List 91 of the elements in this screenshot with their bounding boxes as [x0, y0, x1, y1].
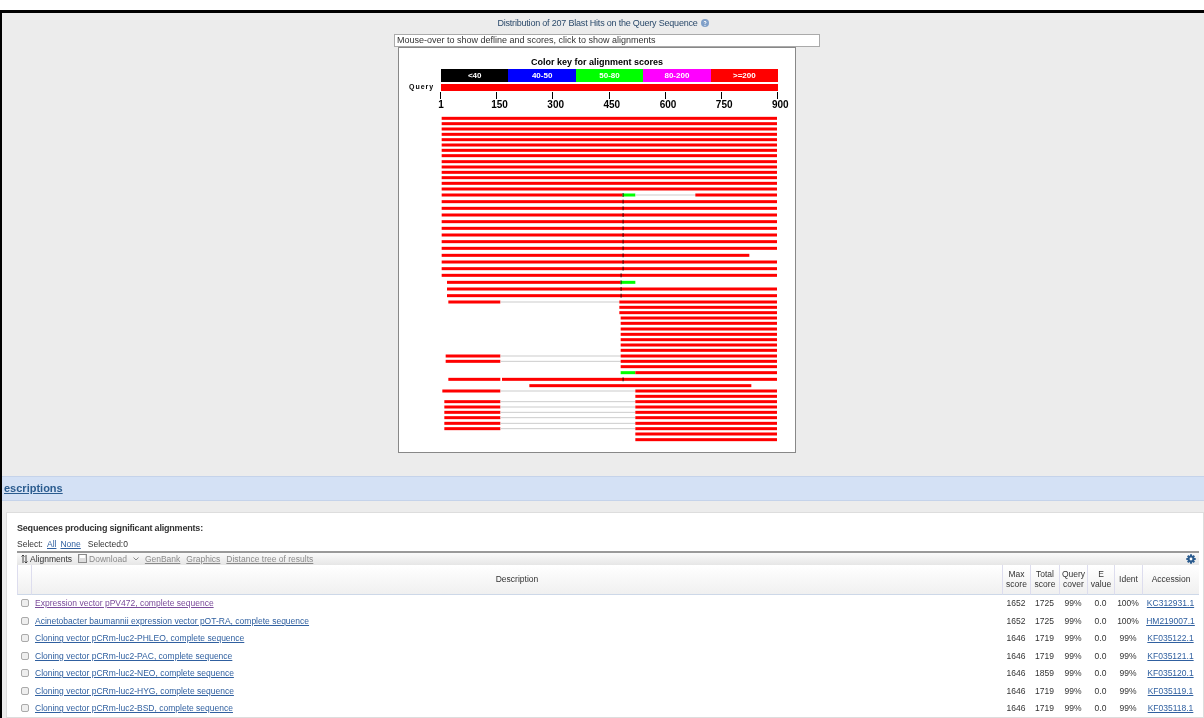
help-icon[interactable] [700, 19, 709, 27]
row-checkbox[interactable] [21, 634, 29, 643]
table-cell-text: 99% [1118, 632, 1138, 646]
table-cell-text: 100% [1116, 614, 1140, 628]
table-cell-text: 1652 [1005, 597, 1027, 611]
table-cell-text: 1646 [1005, 702, 1027, 716]
color-key-title: Color key for alignment scores [529, 57, 664, 67]
table-cell-text: 1652 [1005, 614, 1027, 628]
description-link[interactable]: Cloning vector pCRm-luc2-PAC, complete sequence [35, 650, 233, 661]
table-cell-text: 1719 [1034, 702, 1055, 716]
sort-icon [21, 553, 28, 564]
description-link[interactable]: Cloning vector pCRm-luc2-NEO, complete sequence [35, 668, 234, 679]
hits-drawing[interactable] [441, 116, 777, 442]
column-header[interactable]: Description [31, 564, 1002, 595]
table-cell-text: 1725 [1034, 614, 1055, 628]
row-checkbox[interactable] [21, 651, 29, 660]
accession-link[interactable]: KF035120.1 [1147, 668, 1194, 679]
table-cell-text: 99% [1063, 667, 1083, 681]
table-cell-text: 99% [1063, 632, 1083, 646]
row-checkbox[interactable] [21, 686, 29, 695]
table-cell-text: 1646 [1005, 667, 1027, 681]
table-cell-text: 99% [1063, 614, 1083, 628]
column-header[interactable]: Ident [1114, 564, 1142, 595]
graphic-title: Distribution of 207 Blast Hits on the Query Sequence [497, 18, 698, 28]
accession-link[interactable]: KF035121.1 [1147, 650, 1194, 661]
selected-count: Selected:0 [87, 538, 128, 549]
select-link[interactable]: None [60, 538, 81, 549]
tick-label: 300 [547, 99, 564, 110]
accession-link[interactable]: KF035118.1 [1147, 703, 1194, 714]
column-header[interactable]: Accession [1142, 564, 1199, 595]
section-link[interactable]: escriptions [4, 482, 63, 495]
caret-icon [132, 556, 139, 561]
table-cell-text: 99% [1063, 702, 1083, 716]
table-cell-text: 0.0 [1093, 614, 1108, 628]
table-cell-text: 0.0 [1093, 684, 1108, 698]
tick-label: 600 [659, 99, 677, 110]
accession-link[interactable]: KF035119.1 [1147, 685, 1194, 696]
table-cell-text: 0.0 [1093, 597, 1108, 611]
table-cell-text: 1719 [1034, 649, 1055, 663]
table-cell-text: 99% [1063, 597, 1083, 611]
column-header[interactable]: E value [1087, 564, 1114, 595]
select-link[interactable]: All [47, 538, 57, 549]
color-key-swatch: 40-50 [508, 69, 576, 82]
accession-link[interactable]: KC312931.1 [1146, 598, 1195, 609]
color-key-swatch: >=200 [710, 69, 779, 82]
accession-link[interactable]: HM219007.1 [1146, 615, 1195, 626]
tick-label: 150 [491, 99, 508, 110]
description-link[interactable]: Cloning vector pCRm-luc2-BSD, complete sequence [35, 703, 233, 714]
table-cell-text: 1646 [1005, 632, 1027, 646]
table-cell-text: 99% [1118, 702, 1138, 716]
table-cell-text: 0.0 [1093, 649, 1108, 663]
color-key-swatch: <40 [441, 69, 509, 82]
table-cell-text: 99% [1118, 667, 1138, 681]
description-link[interactable]: Cloning vector pCRm-luc2-PHLEO, complete sequence [35, 633, 245, 644]
results-heading: Sequences producing significant alignments: [17, 522, 204, 533]
tick-label: 450 [603, 99, 621, 110]
settings-icon[interactable] [1186, 553, 1196, 564]
table-cell-text: 1725 [1034, 597, 1055, 611]
table-cell-text: 99% [1063, 684, 1083, 698]
table-cell-text: 0.0 [1093, 632, 1108, 646]
accession-link[interactable]: KF035122.1 [1147, 633, 1194, 644]
tick-label: 1 [438, 99, 444, 110]
table-cell-text: 1719 [1034, 684, 1055, 698]
description-link[interactable]: Acinetobacter baumannii expression vector pOT-RA, complete sequence [35, 615, 310, 626]
tick-label: 900 [772, 99, 789, 110]
table-cell-text: 1646 [1005, 684, 1027, 698]
table-cell-text: 1719 [1034, 632, 1055, 646]
table-cell-text: 100% [1116, 597, 1140, 611]
table-cell-text: 99% [1063, 649, 1083, 663]
tick-label: 750 [715, 99, 733, 110]
column-header[interactable]: Query cover [1059, 564, 1087, 595]
table-cell-text: 0.0 [1093, 702, 1108, 716]
header-cell [17, 564, 31, 595]
alignments-button[interactable]: Alignments [21, 553, 73, 564]
table-cell-text: 1859 [1034, 667, 1055, 681]
row-checkbox[interactable] [21, 669, 29, 678]
description-link[interactable]: Cloning vector pCRm-luc2-HYG, complete sequence [35, 685, 234, 696]
table-cell-text: 99% [1118, 649, 1138, 663]
column-header[interactable]: Max score [1002, 564, 1030, 595]
row-checkbox[interactable] [21, 704, 29, 713]
color-key-swatch: 80-200 [643, 69, 711, 82]
row-checkbox[interactable] [21, 599, 29, 608]
color-key-swatch: 50-80 [575, 69, 644, 82]
row-checkbox[interactable] [21, 616, 29, 625]
table-cell-text: 0.0 [1093, 667, 1108, 681]
table-cell-text: 99% [1118, 684, 1138, 698]
table-cell-text: 1646 [1005, 649, 1027, 663]
defline-field[interactable]: Mouse-over to show defline and scores, click to show alignments [394, 34, 820, 47]
select-label: Select: [17, 538, 43, 549]
column-header[interactable]: Total score [1030, 564, 1059, 595]
description-link[interactable]: Expression vector pPV472, complete sequence [35, 598, 214, 609]
